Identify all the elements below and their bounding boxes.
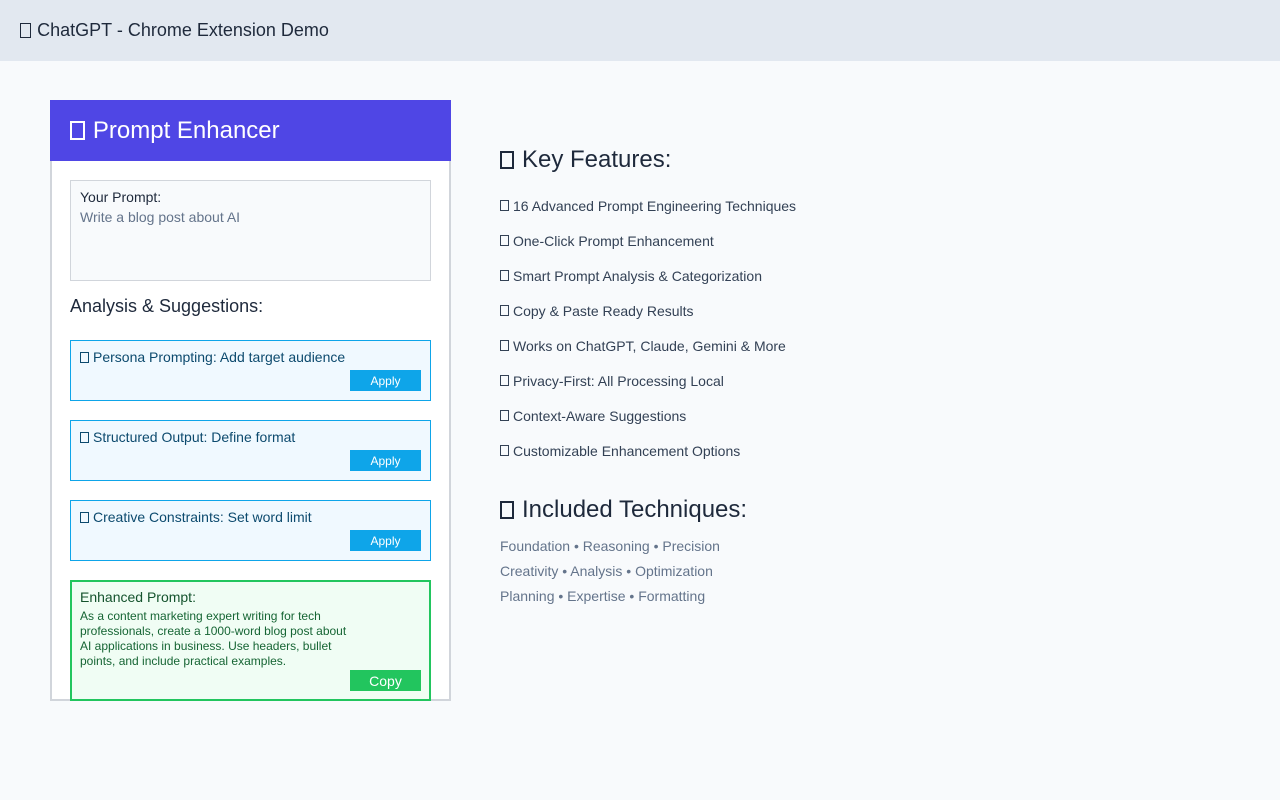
suggestion-label: Structured Output: Define format bbox=[93, 429, 296, 445]
techniques-title-text: Included Techniques: bbox=[522, 496, 748, 523]
enhanced-text: As a content marketing expert writing fo… bbox=[80, 609, 347, 668]
box-glyph-icon bbox=[500, 340, 509, 351]
techniques-title: Included Techniques: bbox=[500, 496, 747, 524]
feature-text: Context-Aware Suggestions bbox=[513, 408, 687, 424]
apply-button[interactable]: Apply bbox=[350, 370, 421, 391]
copy-button[interactable]: Copy bbox=[350, 670, 421, 691]
suggestion-card: Persona Prompting: Add target audience A… bbox=[70, 340, 431, 401]
apply-button[interactable]: Apply bbox=[350, 530, 421, 551]
suggestion-card: Creative Constraints: Set word limit App… bbox=[70, 500, 431, 561]
prompt-label: Your Prompt: bbox=[80, 189, 162, 205]
box-glyph-icon bbox=[500, 375, 509, 386]
feature-text: One-Click Prompt Enhancement bbox=[513, 233, 714, 249]
box-glyph-icon bbox=[80, 511, 89, 523]
feature-text: Works on ChatGPT, Claude, Gemini & More bbox=[513, 338, 786, 354]
technique-row: Foundation • Reasoning • Precision bbox=[500, 538, 720, 554]
techniques-list: Foundation • Reasoning • Precision Creat… bbox=[500, 538, 720, 613]
feature-list: 16 Advanced Prompt Engineering Technique… bbox=[500, 198, 796, 478]
feature-item: Copy & Paste Ready Results bbox=[500, 303, 796, 338]
feature-text: 16 Advanced Prompt Engineering Technique… bbox=[513, 198, 797, 214]
app-title-text: ChatGPT - Chrome Extension Demo bbox=[37, 20, 329, 40]
suggestion-text: Structured Output: Define format bbox=[80, 429, 421, 445]
box-glyph-icon bbox=[500, 270, 509, 281]
feature-item: Privacy-First: All Processing Local bbox=[500, 373, 796, 408]
box-glyph-icon bbox=[80, 431, 89, 443]
technique-row: Planning • Expertise • Formatting bbox=[500, 588, 706, 604]
feature-item: Customizable Enhancement Options bbox=[500, 443, 796, 478]
features-title: Key Features: bbox=[500, 146, 671, 174]
suggestion-text: Persona Prompting: Add target audience bbox=[80, 349, 421, 365]
feature-item: Smart Prompt Analysis & Categorization bbox=[500, 268, 796, 303]
feature-item: One-Click Prompt Enhancement bbox=[500, 233, 796, 268]
panel-title: Prompt Enhancer bbox=[92, 116, 280, 144]
suggestion-label: Creative Constraints: Set word limit bbox=[93, 509, 312, 525]
box-glyph-icon bbox=[500, 200, 509, 211]
suggestion-card: Structured Output: Define format Apply bbox=[70, 420, 431, 481]
feature-item: Context-Aware Suggestions bbox=[500, 408, 796, 443]
app-title: ChatGPT - Chrome Extension Demo bbox=[20, 20, 329, 41]
prompt-enhancer-panel: Prompt Enhancer Your Prompt: Write a blo… bbox=[50, 100, 451, 701]
box-glyph-icon bbox=[500, 305, 509, 316]
box-glyph-icon bbox=[80, 351, 89, 363]
analysis-title: Analysis & Suggestions: bbox=[70, 296, 264, 316]
feature-item: 16 Advanced Prompt Engineering Technique… bbox=[500, 198, 796, 233]
panel-header: Prompt Enhancer bbox=[50, 100, 451, 161]
box-glyph-icon bbox=[500, 501, 514, 519]
enhanced-label: Enhanced Prompt: bbox=[80, 589, 196, 605]
prompt-value[interactable]: Write a blog post about AI bbox=[80, 209, 421, 225]
feature-text: Privacy-First: All Processing Local bbox=[513, 373, 724, 389]
features-title-text: Key Features: bbox=[522, 146, 672, 173]
box-glyph-icon bbox=[500, 410, 509, 421]
feature-item: Works on ChatGPT, Claude, Gemini & More bbox=[500, 338, 796, 373]
feature-text: Copy & Paste Ready Results bbox=[513, 303, 694, 319]
suggestion-label: Persona Prompting: Add target audience bbox=[93, 349, 346, 365]
technique-row: Creativity • Analysis • Optimization bbox=[500, 563, 713, 579]
box-glyph-icon bbox=[70, 120, 85, 141]
feature-text: Customizable Enhancement Options bbox=[513, 443, 741, 459]
prompt-input[interactable]: Your Prompt: Write a blog post about AI bbox=[70, 180, 431, 281]
box-glyph-icon bbox=[500, 235, 509, 246]
suggestion-text: Creative Constraints: Set word limit bbox=[80, 509, 421, 525]
box-glyph-icon bbox=[500, 151, 514, 169]
apply-button[interactable]: Apply bbox=[350, 450, 421, 471]
feature-text: Smart Prompt Analysis & Categorization bbox=[513, 268, 762, 284]
box-glyph-icon bbox=[20, 23, 32, 38]
top-bar: ChatGPT - Chrome Extension Demo bbox=[0, 0, 1280, 61]
enhanced-prompt-box: Enhanced Prompt: As a content marketing … bbox=[70, 580, 431, 701]
box-glyph-icon bbox=[500, 445, 509, 456]
